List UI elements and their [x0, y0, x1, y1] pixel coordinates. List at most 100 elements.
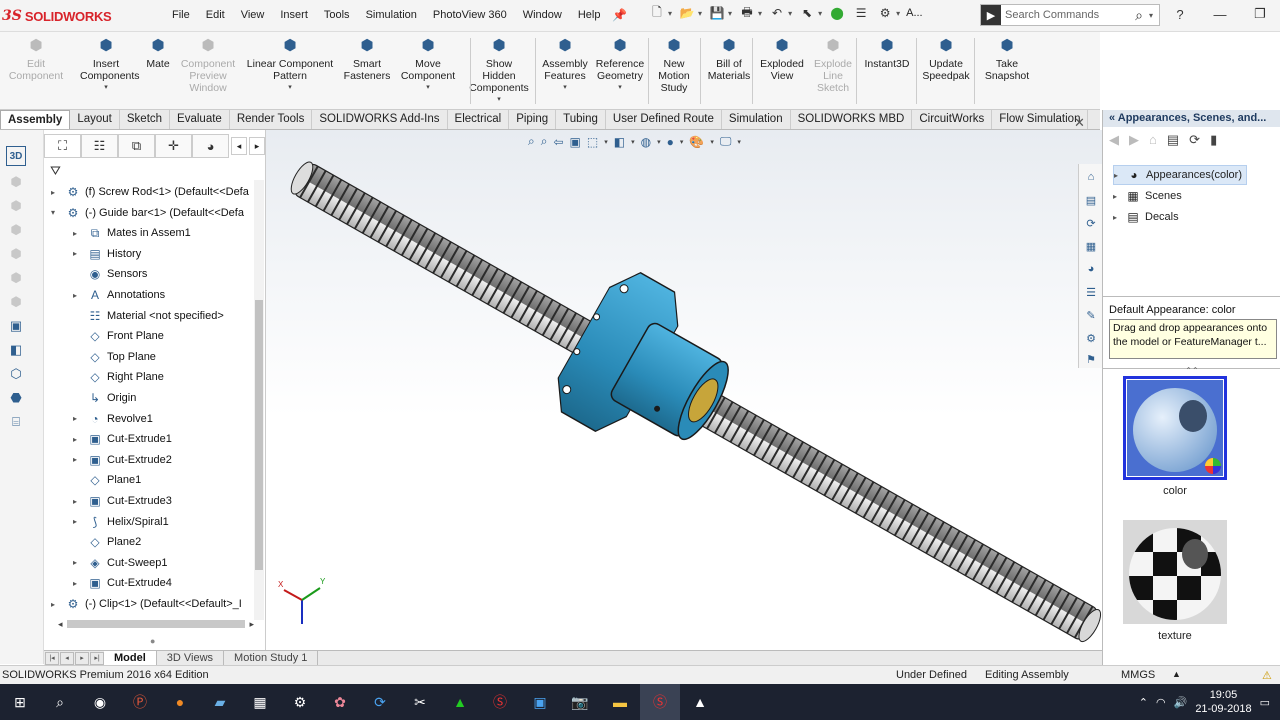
expand-icon[interactable]: ▸ [70, 249, 80, 258]
first-tab-icon[interactable]: |◂ [45, 651, 59, 665]
3d-view-icon[interactable]: 3D [6, 146, 26, 166]
app-green-icon[interactable]: ▲ [440, 684, 480, 720]
solidworks-logo[interactable]: 3S SOLIDWORKS [2, 4, 142, 28]
cmd-dropdown-icon[interactable]: ▾ [592, 82, 648, 94]
collapse-icon[interactable]: ▾ [48, 208, 58, 217]
new-document-icon[interactable]: 🗋 [648, 4, 666, 22]
file-explorer-icon[interactable]: ⟳ [1082, 214, 1100, 232]
design-library-icon[interactable]: ▤ [1082, 191, 1100, 209]
menu-insert[interactable]: Insert [272, 7, 316, 23]
scroll-left-icon[interactable]: ◂ [58, 619, 63, 630]
back-icon[interactable]: ◀ [1109, 132, 1119, 148]
restore-icon[interactable]: ❐ [1240, 0, 1280, 28]
pin-menu-icon[interactable]: 📌 [612, 8, 627, 22]
tree-item[interactable]: ◇ Plane2 [70, 532, 141, 552]
tab-3d-views[interactable]: 3D Views [157, 650, 225, 666]
tab-simulation[interactable]: Simulation [722, 110, 791, 129]
cmd-linear-pattern-button[interactable]: ⬢ Linear Component Pattern ▾ [244, 36, 336, 94]
tree-item[interactable]: ◇ Top Plane [70, 347, 156, 367]
tab-sketch[interactable]: Sketch [120, 110, 171, 129]
expand-icon[interactable]: ▸ [70, 435, 80, 444]
tab-layout[interactable]: Layout [70, 110, 120, 129]
home-icon[interactable]: ⌂ [1149, 132, 1157, 148]
scrollbar-thumb[interactable] [255, 300, 263, 570]
display-manager-tab-icon[interactable]: ◕ [192, 134, 229, 158]
solidworks-active-icon[interactable]: Ⓢ [640, 684, 680, 720]
save-icon[interactable]: 💾 [708, 4, 726, 22]
photos-icon[interactable]: ▲ [680, 684, 720, 720]
folder-icon[interactable]: ▬ [600, 684, 640, 720]
tree-item[interactable]: ▸ ◈ Cut-Sweep1 [70, 553, 168, 573]
expand-icon[interactable]: ▸ [1113, 213, 1125, 222]
graphics-area[interactable]: ⌕ ⌕ ⇦ ▣ ⬚ ▾ ◧ ▾ ◍ ▾ ● ▾ 🎨 ▾ 🖵 ▾ X Y [266, 130, 1102, 650]
tab-evaluate[interactable]: Evaluate [170, 110, 230, 129]
last-tab-icon[interactable]: ▸| [90, 651, 104, 665]
expand-icon[interactable]: ▸ [70, 517, 80, 526]
expand-icon[interactable]: ▸ [48, 600, 58, 609]
camera-icon[interactable]: 📷 [560, 684, 600, 720]
start-windows-icon[interactable]: ⊞ [0, 684, 40, 720]
simulation-advisor-icon[interactable]: ⚑ [1082, 350, 1100, 368]
refresh-icon[interactable]: ⟳ [1189, 132, 1200, 148]
search-taskbar-icon[interactable]: ⌕ [40, 684, 80, 720]
search-input[interactable]: Search Commands [1001, 9, 1129, 21]
tab-circuitworks[interactable]: CircuitWorks [912, 110, 993, 129]
feature-manager-tab-icon[interactable]: ⛶ [44, 134, 81, 158]
file-properties-icon[interactable]: ☰ [852, 4, 870, 22]
configuration-manager-tab-icon[interactable]: ⧉ [118, 134, 155, 158]
options-gear-icon[interactable]: ⚙ [876, 4, 894, 22]
app-capture-icon[interactable]: ▣ [520, 684, 560, 720]
help-question-icon[interactable]: ? [1160, 0, 1200, 28]
scroll-right-icon[interactable]: ▸ [249, 619, 254, 630]
tree-item[interactable]: ▸ ▣ Cut-Extrude4 [70, 573, 172, 593]
tree-item[interactable]: ◇ Right Plane [70, 367, 164, 387]
texture-swatch[interactable] [1123, 520, 1227, 624]
ballscrew-nut[interactable] [544, 263, 754, 477]
expand-icon[interactable]: ▸ [70, 455, 80, 464]
forward-icon[interactable]: ▶ [1129, 132, 1139, 148]
cmd-snapshot-button[interactable]: ⬢ Take Snapshot [980, 36, 1034, 82]
status-notification-icon[interactable]: ⚠ [1262, 669, 1272, 682]
volume-icon[interactable]: 🔊 [1174, 696, 1188, 709]
cmd-instant3d-button[interactable]: ⬢ Instant3D [860, 36, 914, 70]
tabs-next-icon[interactable]: ▸ [249, 137, 265, 155]
filter-icon[interactable]: ⛛ [50, 163, 61, 179]
wifi-icon[interactable]: ◠ [1156, 696, 1166, 709]
resources-home-icon[interactable]: ⌂ [1082, 168, 1100, 186]
section-view-icon[interactable]: ▣ [6, 316, 26, 336]
cmd-explode-line-button[interactable]: ⬢ Explode Line Sketch [810, 36, 856, 94]
settings-icon[interactable]: ⚙ [280, 684, 320, 720]
color-swatch[interactable] [1123, 376, 1227, 480]
hscroll-thumb[interactable] [66, 620, 246, 628]
expand-icon[interactable]: ▸ [70, 414, 80, 423]
open-icon[interactable]: 📂 [678, 4, 696, 22]
tab-solidworks-mbd[interactable]: SOLIDWORKS MBD [791, 110, 913, 129]
toolbox-icon[interactable]: ⚙ [1082, 329, 1100, 347]
cmd-reference-geometry-button[interactable]: ⬢ Reference Geometry ▾ [592, 36, 648, 94]
taskpane-node-decals[interactable]: ▸ ▤ Decals [1113, 207, 1179, 227]
cmd-dropdown-icon[interactable]: ▾ [80, 82, 132, 94]
tab-electrical[interactable]: Electrical [448, 110, 510, 129]
quick-access-more[interactable]: A... [906, 7, 923, 19]
solidworks-forum-icon[interactable]: ✎ [1082, 306, 1100, 324]
app-circle-icon[interactable]: ◉ [80, 684, 120, 720]
expand-icon[interactable]: ▸ [70, 558, 80, 567]
undo-icon[interactable]: ↶ [768, 4, 786, 22]
expand-icon[interactable]: ▸ [1113, 192, 1125, 201]
property-manager-tab-icon[interactable]: ☷ [81, 134, 118, 158]
solidworks-2016-icon[interactable]: Ⓢ [480, 684, 520, 720]
view-settings-icon[interactable]: ⌸ [6, 412, 26, 432]
menu-simulation[interactable]: Simulation [358, 7, 425, 23]
feature-tree-scrollbar[interactable] [254, 180, 264, 620]
view-orientation-icon[interactable]: ◧ [6, 340, 26, 360]
tool-icon-1[interactable]: ⬢ [6, 172, 26, 192]
tree-item[interactable]: ▸ ⚙ (f) Screw Rod<1> (Default<<Defa [48, 182, 249, 202]
prev-tab-icon[interactable]: ◂ [60, 651, 74, 665]
cmd-dropdown-icon[interactable]: ▾ [540, 82, 590, 94]
menu-photoview[interactable]: PhotoView 360 [425, 7, 515, 23]
rebuild-icon[interactable]: ⬤ [828, 4, 846, 22]
tree-item[interactable]: ↳ Origin [70, 388, 136, 408]
expand-icon[interactable]: ▸ [48, 188, 58, 197]
system-clock[interactable]: 19:05 21-09-2018 [1195, 688, 1251, 716]
open-dropdown-icon[interactable]: ▾ [698, 9, 702, 18]
